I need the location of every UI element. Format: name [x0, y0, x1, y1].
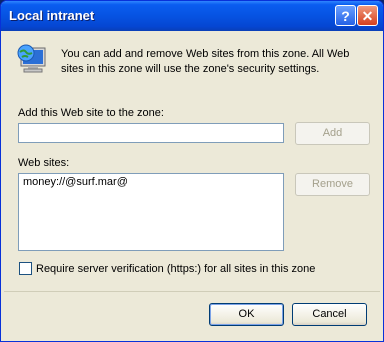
add-site-label: Add this Web site to the zone: — [18, 107, 164, 119]
server-verification-checkbox[interactable] — [19, 262, 32, 275]
cancel-button[interactable]: Cancel — [292, 303, 367, 326]
intro-text: You can add and remove Web sites from th… — [61, 48, 350, 75]
help-button[interactable]: ? — [335, 5, 356, 26]
web-sites-list[interactable]: money://@surf.mar@ — [18, 173, 284, 251]
close-icon: ✕ — [361, 8, 374, 24]
divider — [4, 291, 380, 292]
web-sites-label: Web sites: — [18, 157, 70, 169]
list-item[interactable]: money://@surf.mar@ — [23, 176, 128, 188]
local-intranet-dialog: Local intranet ? ✕ You can add and remov… — [0, 0, 384, 342]
window-title: Local intranet — [9, 8, 95, 23]
close-button[interactable]: ✕ — [357, 5, 378, 26]
server-verification-label[interactable]: Require server verification (https:) for… — [36, 263, 315, 275]
remove-button[interactable]: Remove — [295, 173, 370, 196]
add-site-input[interactable] — [18, 123, 284, 143]
add-button[interactable]: Add — [295, 122, 370, 145]
help-icon: ? — [341, 8, 350, 24]
dialog-body: You can add and remove Web sites from th… — [4, 31, 380, 338]
ok-button[interactable]: OK — [209, 303, 284, 326]
globe-computer-icon — [17, 44, 46, 73]
title-bar[interactable]: Local intranet ? ✕ — [1, 1, 383, 31]
